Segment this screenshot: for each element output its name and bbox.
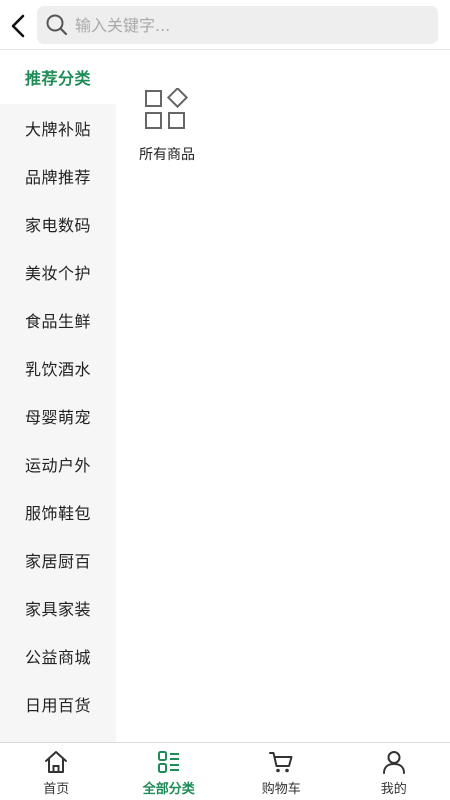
sidebar-item-appliances-digital[interactable]: 家电数码 bbox=[0, 200, 116, 248]
header bbox=[0, 0, 450, 50]
tab-label: 我的 bbox=[380, 782, 407, 797]
tab-all-categories[interactable]: 全部分类 bbox=[113, 743, 226, 800]
search-icon bbox=[46, 14, 68, 36]
sidebar-item-recommended[interactable]: 推荐分类 bbox=[0, 50, 116, 104]
category-content: 所有商品 bbox=[116, 50, 450, 742]
sidebar-item-daily-goods[interactable]: 日用百货 bbox=[0, 680, 116, 728]
sidebar-item-fresh-food[interactable]: 食品生鲜 bbox=[0, 296, 116, 344]
tab-label: 首页 bbox=[43, 782, 70, 797]
search-input[interactable] bbox=[75, 15, 415, 35]
sidebar-item-label: 运动户外 bbox=[24, 456, 91, 475]
sidebar-item-label: 食品生鲜 bbox=[24, 312, 91, 331]
sidebar-item-label: 服饰鞋包 bbox=[24, 504, 91, 523]
all-products-item[interactable]: 所有商品 bbox=[132, 88, 202, 164]
sidebar-item-label: 家具家装 bbox=[24, 600, 91, 619]
sidebar-item-label: 乳饮酒水 bbox=[24, 360, 91, 379]
category-sidebar: 推荐分类 大牌补贴 品牌推荐 家电数码 美妆个护 食品生鲜 乳饮酒水 母婴萌宠 … bbox=[0, 50, 116, 742]
sidebar-item-label: 美妆个护 bbox=[24, 264, 91, 283]
sidebar-item-baby-pets[interactable]: 母婴萌宠 bbox=[0, 392, 116, 440]
sidebar-item-beauty-care[interactable]: 美妆个护 bbox=[0, 248, 116, 296]
cart-icon bbox=[269, 752, 293, 773]
back-button[interactable] bbox=[6, 12, 30, 40]
sidebar-item-label: 大牌补贴 bbox=[24, 120, 91, 139]
sidebar-item-charity-mall[interactable]: 公益商城 bbox=[0, 632, 116, 680]
tab-label: 全部分类 bbox=[142, 782, 195, 797]
sidebar-item-label: 推荐分类 bbox=[24, 69, 91, 88]
tab-label: 购物车 bbox=[261, 782, 301, 797]
sidebar-item-brand-subsidy[interactable]: 大牌补贴 bbox=[0, 104, 116, 152]
category-list-icon bbox=[157, 751, 179, 773]
sidebar-item-home-kitchen[interactable]: 家居厨百 bbox=[0, 536, 116, 584]
all-products-label: 所有商品 bbox=[139, 147, 195, 163]
sidebar-item-label: 母婴萌宠 bbox=[24, 408, 91, 427]
sidebar-item-sports-outdoor[interactable]: 运动户外 bbox=[0, 440, 116, 488]
home-icon bbox=[45, 751, 68, 773]
sidebar-item-label: 公益商城 bbox=[24, 648, 91, 667]
tab-mine[interactable]: 我的 bbox=[338, 743, 450, 800]
sidebar-item-furniture[interactable]: 家具家装 bbox=[0, 584, 116, 632]
sidebar-item-apparel[interactable]: 服饰鞋包 bbox=[0, 488, 116, 536]
tab-home[interactable]: 首页 bbox=[0, 743, 113, 800]
sidebar-item-label: 家居厨百 bbox=[24, 552, 91, 571]
sidebar-item-drinks[interactable]: 乳饮酒水 bbox=[0, 344, 116, 392]
all-products-icon bbox=[145, 88, 189, 129]
bottom-tab-bar: 首页 全部分类 购物车 我的 bbox=[0, 742, 450, 800]
tab-cart[interactable]: 购物车 bbox=[225, 743, 338, 800]
back-arrow-icon bbox=[11, 14, 25, 38]
sidebar-item-label: 家电数码 bbox=[24, 216, 91, 235]
user-icon bbox=[382, 751, 405, 774]
sidebar-item-label: 品牌推荐 bbox=[24, 168, 91, 187]
sidebar-item-brand-recommend[interactable]: 品牌推荐 bbox=[0, 152, 116, 200]
search-bar[interactable] bbox=[37, 6, 438, 44]
sidebar-item-label: 日用百货 bbox=[24, 696, 91, 715]
